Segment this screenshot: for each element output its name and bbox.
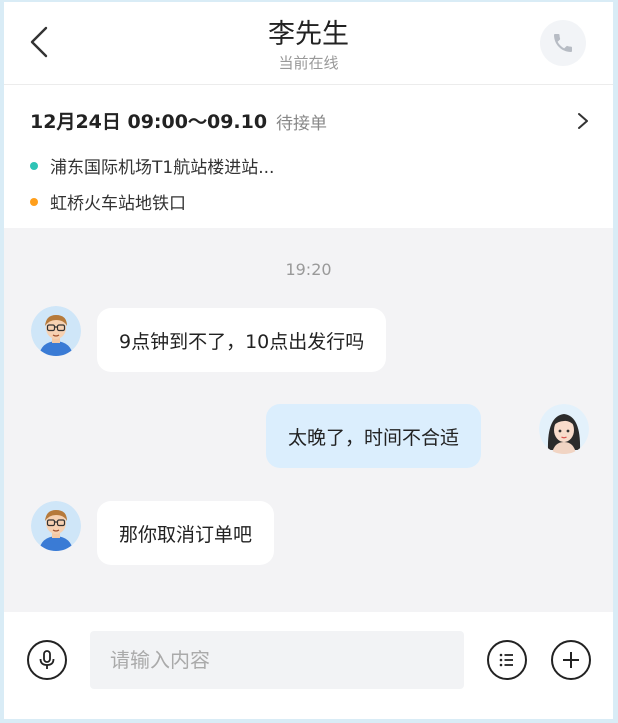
end-location: 虹桥火车站地铁口 bbox=[30, 189, 186, 214]
start-dot-icon bbox=[30, 161, 38, 170]
message-bubble-incoming[interactable]: 9点钟到不了，10点出发行吗 bbox=[97, 308, 387, 372]
order-status: 待接单 bbox=[276, 114, 327, 134]
woman-avatar-icon bbox=[539, 404, 589, 454]
chevron-right-icon[interactable] bbox=[576, 111, 590, 131]
order-card[interactable]: 12月24日 09:00～09.10 待接单 浦东国际机场T1航站楼进站... … bbox=[4, 85, 613, 228]
driver-avatar[interactable] bbox=[31, 501, 81, 551]
man-avatar-icon bbox=[31, 501, 81, 551]
microphone-icon bbox=[39, 650, 55, 669]
start-location: 浦东国际机场T1航站楼进站... bbox=[30, 153, 274, 178]
order-time: 12月24日 09:00～09.10 bbox=[30, 111, 268, 133]
input-bar bbox=[4, 612, 613, 719]
start-location-text: 浦东国际机场T1航站楼进站... bbox=[50, 158, 275, 178]
message-bubble-incoming[interactable]: 那你取消订单吧 bbox=[97, 501, 275, 565]
my-avatar[interactable] bbox=[539, 404, 589, 454]
message-timestamp: 19:20 bbox=[285, 260, 332, 279]
more-button[interactable] bbox=[551, 640, 591, 680]
online-status: 当前在线 bbox=[278, 54, 339, 72]
contact-name: 李先生 bbox=[268, 19, 349, 50]
chat-screen: 李先生 当前在线 12月24日 09:00～09.10 待接单 浦东国际机场T1… bbox=[4, 2, 613, 719]
message-list[interactable]: 19:20 9点钟到不了，10点出发行吗 太晚了，时间不合适 那你取消订单吧 bbox=[4, 228, 613, 612]
voice-button[interactable] bbox=[27, 640, 67, 680]
end-dot-icon bbox=[30, 197, 38, 206]
driver-avatar[interactable] bbox=[31, 306, 81, 356]
quick-reply-button[interactable] bbox=[487, 640, 527, 680]
call-button[interactable] bbox=[540, 20, 586, 66]
message-bubble-outgoing[interactable]: 太晚了，时间不合适 bbox=[266, 404, 482, 468]
list-icon bbox=[499, 653, 513, 667]
phone-icon bbox=[554, 34, 572, 52]
plus-icon bbox=[563, 652, 579, 668]
end-location-text: 虹桥火车站地铁口 bbox=[50, 194, 186, 214]
chat-header: 李先生 当前在线 bbox=[4, 2, 613, 84]
man-avatar-icon bbox=[31, 306, 81, 356]
message-input[interactable] bbox=[90, 631, 464, 689]
